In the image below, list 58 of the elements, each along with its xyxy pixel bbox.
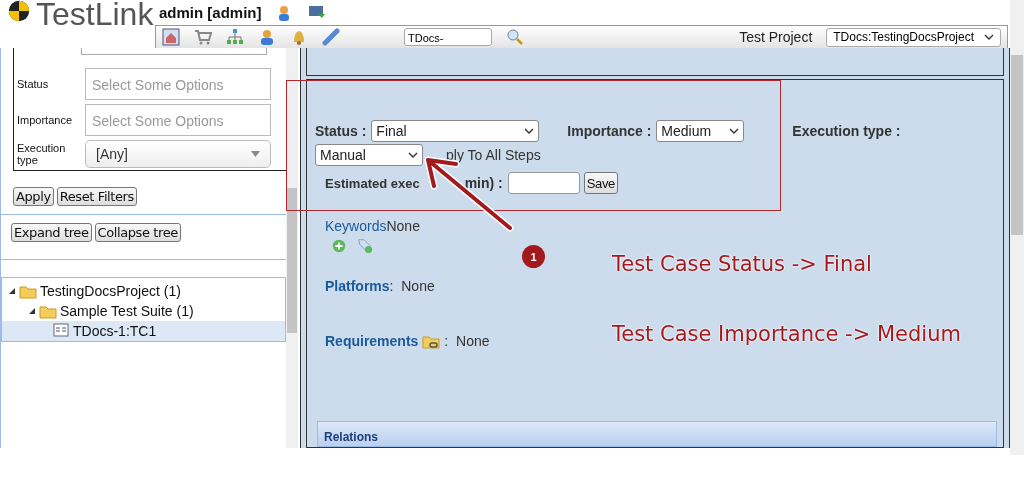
tree-item-label: TestingDocsProject (1) xyxy=(40,283,181,299)
logo-text: TestLink xyxy=(36,0,154,31)
status-label: Status : xyxy=(315,123,367,139)
tree-button[interactable]: Expand tree xyxy=(11,223,92,242)
platforms-link[interactable]: Platforms xyxy=(325,278,390,294)
chevron-down-icon xyxy=(729,128,740,134)
project-label: Test Project xyxy=(739,29,813,45)
user-name: admin [admin] xyxy=(159,4,262,21)
search-icon[interactable] xyxy=(506,28,524,46)
status-select[interactable]: Final xyxy=(371,120,540,142)
importance-label: Importance : xyxy=(567,123,652,139)
chevron-down-icon xyxy=(408,152,418,158)
annotation-text: Test Case Importance -> Medium xyxy=(612,322,961,346)
triangle-down-icon[interactable] xyxy=(28,307,36,315)
keywords-value: None xyxy=(386,218,420,234)
chevron-down-icon xyxy=(984,34,994,40)
filter-label: Execution type xyxy=(17,142,67,166)
search-field[interactable]: TDocs- xyxy=(404,28,492,46)
add-icon[interactable] xyxy=(331,238,347,254)
filter-button[interactable]: Apply xyxy=(13,187,54,206)
execution-type-label: Execution type : xyxy=(792,123,901,139)
chevron-down-icon xyxy=(524,128,535,134)
cart-icon[interactable] xyxy=(194,28,212,46)
scrollbar[interactable] xyxy=(1010,0,1024,455)
filter-label: Status xyxy=(17,78,50,90)
document-icon xyxy=(52,320,70,339)
filter-select[interactable]: [Any] xyxy=(85,140,271,168)
requirements-value: : None xyxy=(444,333,490,349)
filter-field[interactable] xyxy=(81,48,267,55)
tree-item[interactable]: TDocs-1:TC1 xyxy=(2,321,285,341)
project-select[interactable]: TDocs:TestingDocsProject xyxy=(826,27,1001,47)
tree-item[interactable]: TestingDocsProject (1) xyxy=(2,281,285,301)
tree-button[interactable]: Collapse tree xyxy=(94,223,181,242)
tree-item-label: TDocs-1:TC1 xyxy=(73,323,157,339)
filter-label: Importance xyxy=(17,114,74,126)
importance-select[interactable]: Medium xyxy=(656,120,745,142)
triangle-down-icon[interactable] xyxy=(8,287,16,295)
scrollbar[interactable] xyxy=(286,48,298,448)
requirements-link[interactable]: Requirements xyxy=(325,333,419,349)
keywords-link[interactable]: Keywords xyxy=(325,218,387,234)
house-icon[interactable] xyxy=(162,28,180,46)
estimated-exec-label: Estimated exec xyxy=(325,175,420,191)
save-button[interactable]: Save xyxy=(583,172,618,194)
platforms-value: : None xyxy=(389,278,435,294)
capsule-icon[interactable] xyxy=(322,28,340,46)
user-icon[interactable] xyxy=(258,28,276,46)
estimated-exec-label: min) : xyxy=(464,175,503,191)
relations-header[interactable]: Relations xyxy=(317,421,997,447)
estimated-exec-field[interactable] xyxy=(507,172,580,194)
tree-item-label: Sample Test Suite (1) xyxy=(60,303,194,319)
triangle-down-icon xyxy=(251,151,260,157)
tag-add-icon[interactable] xyxy=(357,238,373,254)
execution-type-select[interactable]: Manual xyxy=(315,144,423,166)
logo-icon xyxy=(6,0,32,22)
filter-button[interactable]: Reset Filters xyxy=(56,187,137,206)
annotation-text: Test Case Status -> Final xyxy=(612,252,872,276)
tree-item[interactable]: Sample Test Suite (1) xyxy=(2,301,285,321)
sitemap-icon[interactable] xyxy=(226,28,244,46)
